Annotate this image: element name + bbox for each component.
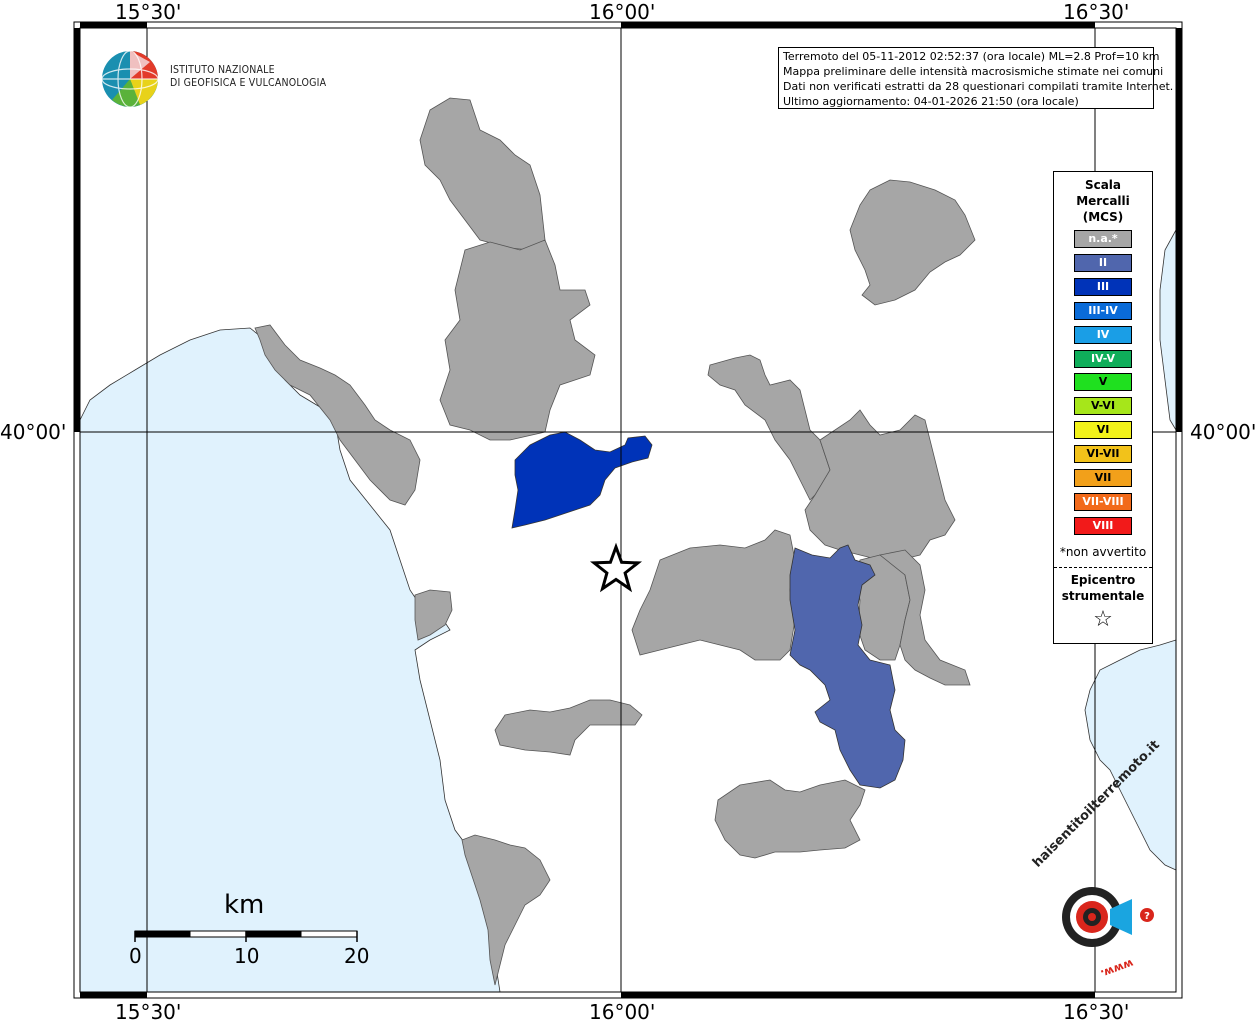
legend-item-3: III-IV (1074, 301, 1132, 320)
label-lat-right: 40°00' (1190, 420, 1255, 444)
legend-title-line-3: (MCS) (1082, 210, 1124, 224)
legend-separator (1054, 567, 1152, 568)
info-line-1: Terremoto del 05-11-2012 02:52:37 (ora l… (783, 50, 1160, 63)
legend-item-8: VI (1074, 421, 1132, 440)
label-lon-bottom-right: 16°30' (1063, 1000, 1130, 1024)
svg-text:?: ? (1144, 911, 1150, 922)
legend-item-0: n.a.* (1074, 230, 1132, 248)
legend-epicenter-line-1: Epicentro (1070, 573, 1136, 587)
scale-bar-unit: km (224, 890, 265, 920)
legend-epicenter-star-icon: ☆ (1093, 607, 1113, 632)
legend-item-5: IV-V (1074, 349, 1132, 368)
legend-epicenter-line-2: strumentale (1061, 589, 1145, 603)
legend-title-line-2: Mercalli (1076, 194, 1130, 208)
legend-item-2: III (1074, 277, 1132, 296)
legend-note: *non avvertito (1059, 545, 1147, 559)
event-info-box: Terremoto del 05-11-2012 02:52:37 (ora l… (778, 47, 1174, 109)
legend-title-line-1: Scala (1084, 178, 1122, 192)
legend-item-7: V-VI (1074, 397, 1132, 416)
legend-item-12: VIII (1074, 516, 1132, 535)
legend-item-1: II (1074, 253, 1132, 272)
label-lon-bottom-left: 15°30' (115, 1000, 182, 1024)
info-line-4: Ultimo aggiornamento: 04-01-2026 21:50 (… (783, 95, 1079, 108)
municipality-south-b (714, 779, 866, 859)
label-lon-top-left: 15°30' (115, 0, 182, 24)
logo-line-2: DI GEOFISICA E VULCANOLOGIA (170, 77, 327, 89)
scale-tick-10: 10 (234, 944, 260, 968)
label-lat-left: 40°00' (0, 420, 67, 444)
legend-item-9: VI-VII (1074, 445, 1132, 464)
info-line-3: Dati non verificati estratti da 28 quest… (783, 80, 1174, 93)
legend-item-11: VII-VIII (1074, 492, 1132, 511)
scale-tick-20: 20 (344, 944, 370, 968)
legend-epicenter: Epicentro strumentale (1054, 572, 1152, 604)
scale-tick-0: 0 (129, 944, 142, 968)
logo-line-1: ISTITUTO NAZIONALE (170, 64, 275, 76)
ingv-logo-icon (101, 50, 159, 108)
legend-item-4: IV (1074, 325, 1132, 344)
intensity-legend: Scala Mercalli (MCS) n.a.* II III III-IV IV I… (1053, 171, 1153, 644)
label-lon-top-right: 16°30' (1063, 0, 1130, 24)
legend-title: Scala Mercalli (MCS) (1054, 177, 1152, 225)
ingv-logo-text: ISTITUTO NAZIONALE DI GEOFISICA E VULCAN… (170, 64, 326, 90)
legend-item-10: VII (1074, 469, 1132, 487)
label-lon-bottom-center: 16°00' (589, 1000, 656, 1024)
legend-item-6: V (1074, 373, 1132, 392)
info-line-2: Mappa preliminare delle intensità macros… (783, 65, 1164, 78)
label-lon-top-center: 16°00' (589, 0, 656, 24)
